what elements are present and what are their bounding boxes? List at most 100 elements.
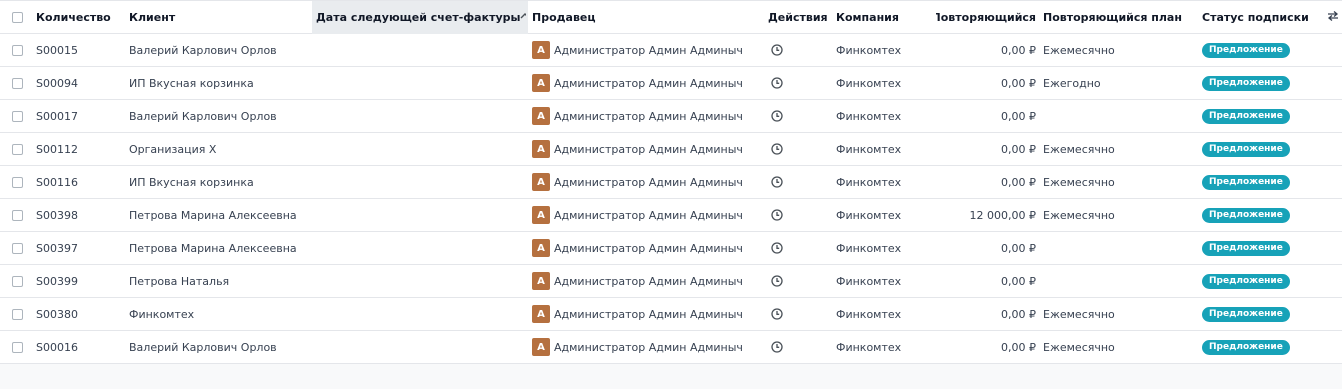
cell-recurring: 0,00 ₽ (1001, 142, 1036, 156)
optional-columns-toggle[interactable] (1326, 1, 1340, 33)
row-checkbox[interactable] (12, 242, 23, 254)
cell-number: S00380 (36, 307, 78, 321)
cell-recurring: 12 000,00 ₽ (969, 208, 1036, 222)
row-select-cell (12, 232, 26, 264)
cell-status: Предложение (1202, 100, 1322, 132)
cell-next-invoice-date (316, 34, 526, 66)
cell-number: S00016 (36, 340, 78, 354)
column-header-actions: Действия (768, 10, 828, 24)
cell-recurring-plan (1043, 265, 1193, 297)
activity-button[interactable] (768, 298, 786, 330)
table-row[interactable]: S00398 Петрова Марина Алексеевна A Админист… (0, 199, 1342, 232)
cell-recurring: 0,00 ₽ (1001, 241, 1036, 255)
clock-icon (771, 77, 783, 89)
cell-status: Предложение (1202, 331, 1322, 363)
row-checkbox[interactable] (12, 275, 23, 287)
cell-salesperson: A Администратор Админ Админыч (532, 265, 760, 297)
row-checkbox[interactable] (12, 176, 23, 188)
cell-client: ИП Вкусная корзинка (129, 175, 254, 189)
row-checkbox[interactable] (12, 110, 23, 122)
avatar[interactable]: A (532, 239, 550, 257)
activity-button[interactable] (768, 331, 786, 363)
row-checkbox[interactable] (12, 341, 23, 353)
salesperson-name: Администратор Админ Админыч (554, 76, 743, 90)
column-header-company[interactable]: Компания (836, 1, 936, 33)
cell-status: Предложение (1202, 133, 1322, 165)
activity-button[interactable] (768, 166, 786, 198)
cell-company: Финкомтех (836, 76, 902, 90)
avatar[interactable]: A (532, 305, 550, 323)
cell-recurring: 0,00 ₽ (1001, 43, 1036, 57)
row-select-cell (12, 265, 26, 297)
salesperson-name: Администратор Админ Админыч (554, 307, 743, 321)
avatar[interactable]: A (532, 74, 550, 92)
avatar[interactable]: A (532, 272, 550, 290)
avatar[interactable]: A (532, 107, 550, 125)
table-row[interactable]: S00116 ИП Вкусная корзинка A Администратор … (0, 166, 1342, 199)
salesperson-name: Администратор Админ Админыч (554, 340, 743, 354)
activity-button[interactable] (768, 265, 786, 297)
cell-client: Финкомтех (129, 307, 195, 321)
cell-salesperson: A Администратор Админ Админыч (532, 67, 760, 99)
column-header-client[interactable]: Клиент (129, 1, 309, 33)
clock-icon (771, 44, 783, 56)
status-badge: Предложение (1202, 240, 1290, 256)
cell-status: Предложение (1202, 265, 1322, 297)
clock-icon (771, 308, 783, 320)
cell-client: ИП Вкусная корзинка (129, 76, 254, 90)
activity-button[interactable] (768, 67, 786, 99)
table-header: Количество Клиент Дата следующей счет-фа… (0, 1, 1342, 34)
table-row[interactable]: S00399 Петрова Наталья A Администратор Адми… (0, 265, 1342, 298)
activity-button[interactable] (768, 232, 786, 264)
cell-recurring-plan: Ежемесячно (1043, 175, 1115, 189)
salesperson-name: Администратор Админ Админыч (554, 43, 743, 57)
avatar[interactable]: A (532, 41, 550, 59)
column-header-status[interactable]: Статус подписки (1202, 1, 1322, 33)
clock-icon (771, 242, 783, 254)
cell-status: Предложение (1202, 298, 1322, 330)
activity-button[interactable] (768, 100, 786, 132)
table-row[interactable]: S00094 ИП Вкусная корзинка A Администратор … (0, 67, 1342, 100)
clock-icon (771, 341, 783, 353)
table-row[interactable]: S00380 Финкомтех A Администратор Админ Адми… (0, 298, 1342, 331)
column-header-recurring-plan[interactable]: Повторяющийся план (1043, 1, 1193, 33)
status-badge: Предложение (1202, 207, 1290, 223)
cell-next-invoice-date (316, 298, 526, 330)
cell-status: Предложение (1202, 199, 1322, 231)
row-select-cell (12, 67, 26, 99)
cell-next-invoice-date (316, 199, 526, 231)
row-checkbox[interactable] (12, 209, 23, 221)
activity-button[interactable] (768, 199, 786, 231)
clock-icon (771, 110, 783, 122)
table-row[interactable]: S00112 Организация Х A Администратор Админ … (0, 133, 1342, 166)
row-checkbox[interactable] (12, 308, 23, 320)
activity-button[interactable] (768, 133, 786, 165)
cell-recurring-plan: Ежемесячно (1043, 43, 1115, 57)
avatar[interactable]: A (532, 338, 550, 356)
cell-salesperson: A Администратор Админ Админыч (532, 100, 760, 132)
cell-recurring-plan: Ежегодно (1043, 76, 1101, 90)
cell-next-invoice-date (316, 100, 526, 132)
cell-next-invoice-date (316, 166, 526, 198)
table-row[interactable]: S00397 Петрова Марина Алексеевна A Админист… (0, 232, 1342, 265)
cell-salesperson: A Администратор Админ Админыч (532, 133, 760, 165)
avatar[interactable]: A (532, 206, 550, 224)
table-row[interactable]: S00015 Валерий Карлович Орлов A Администрат… (0, 34, 1342, 67)
table-row[interactable]: S00017 Валерий Карлович Орлов A Администрат… (0, 100, 1342, 133)
clock-icon (771, 209, 783, 221)
avatar[interactable]: A (532, 140, 550, 158)
column-header-next-invoice-date[interactable]: Дата следующей счет-фактуры (316, 1, 526, 33)
table-row[interactable]: S00016 Валерий Карлович Орлов A Администрат… (0, 331, 1342, 364)
row-checkbox[interactable] (12, 143, 23, 155)
activity-button[interactable] (768, 34, 786, 66)
row-checkbox[interactable] (12, 77, 23, 89)
cell-recurring: 0,00 ₽ (1001, 109, 1036, 123)
column-header-salesperson[interactable]: Продавец (532, 1, 760, 33)
cell-status: Предложение (1202, 166, 1322, 198)
cell-company: Финкомтех (836, 142, 902, 156)
column-header-number[interactable]: Количество (36, 1, 126, 33)
avatar[interactable]: A (532, 173, 550, 191)
column-header-recurring[interactable]: Повторяющийся (936, 1, 1036, 33)
row-checkbox[interactable] (12, 44, 23, 56)
select-all-checkbox[interactable] (12, 11, 23, 23)
